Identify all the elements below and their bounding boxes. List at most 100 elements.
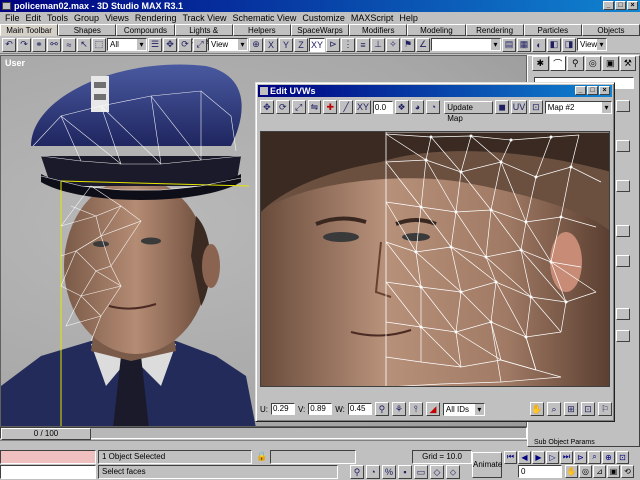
tab-lights-cameras[interactable]: Lights & Cameras: [174, 24, 233, 46]
menu-schematic-view[interactable]: Schematic View: [229, 12, 299, 24]
dialog-maximize-button[interactable]: □: [587, 86, 598, 95]
menu-tools[interactable]: Tools: [44, 12, 71, 24]
menu-maxscript[interactable]: MAXScript: [348, 12, 397, 24]
uv-button[interactable]: UV: [511, 100, 527, 114]
angle-snap-icon[interactable]: ◔: [366, 465, 380, 479]
close-button[interactable]: ×: [627, 1, 638, 10]
uv-xy-button[interactable]: XY: [355, 100, 371, 114]
uv-add-vertex-icon[interactable]: ✚: [323, 100, 338, 114]
tab-compounds[interactable]: Compounds: [116, 24, 175, 36]
tab-modifiers[interactable]: Modifiers: [349, 24, 408, 36]
undo-icon[interactable]: ↶: [2, 37, 16, 52]
uv-rotate-icon[interactable]: ⟳: [275, 100, 290, 114]
named-selection-dropdown[interactable]: [431, 38, 501, 51]
menu-group[interactable]: Group: [71, 12, 102, 24]
play-icon[interactable]: ▶: [532, 450, 545, 464]
unlink-icon[interactable]: ⚯: [47, 37, 61, 52]
mirror-icon[interactable]: ⊳: [326, 37, 340, 52]
modifier-param-button[interactable]: [616, 308, 630, 320]
uv-edit-canvas[interactable]: [260, 131, 610, 387]
modifier-param-button[interactable]: [616, 140, 630, 152]
next-frame-icon[interactable]: ▷: [546, 450, 559, 464]
axis-z-button[interactable]: Z: [294, 37, 308, 52]
menu-views[interactable]: Views: [102, 12, 132, 24]
normal-align-icon[interactable]: ⊥: [371, 37, 385, 52]
ids-filter-dropdown[interactable]: All IDs: [442, 402, 485, 416]
w-coord-field[interactable]: 0.45: [347, 403, 372, 415]
tab-modeling[interactable]: Modeling: [407, 24, 466, 36]
edit-uvws-title-bar[interactable]: Edit UVWs _ □ ×: [258, 85, 612, 97]
orbit-icon[interactable]: ⟲: [621, 465, 634, 478]
current-frame-field[interactable]: 0: [518, 465, 562, 478]
filter-icon[interactable]: ⚘: [391, 402, 406, 416]
rotate-icon[interactable]: ⟳: [178, 37, 192, 52]
uv-spinner-field[interactable]: 0.0: [372, 100, 393, 114]
goto-end-icon[interactable]: ⏭: [560, 450, 573, 464]
previous-frame-icon[interactable]: ◀: [518, 450, 531, 464]
time-slider[interactable]: 0 / 100: [0, 427, 527, 440]
render-scene-icon[interactable]: ◧: [547, 37, 561, 52]
tab-helpers[interactable]: Helpers: [232, 24, 291, 36]
snap-toggle-icon[interactable]: ⚲: [350, 465, 364, 479]
tab-objects[interactable]: Objects: [581, 24, 640, 36]
uv-texture-view[interactable]: [261, 132, 610, 387]
uv-freeze-icon[interactable]: ❖: [394, 100, 409, 114]
select-by-name-icon[interactable]: ☰: [148, 37, 162, 52]
tab-particles[interactable]: Particles: [523, 24, 582, 36]
scale-icon[interactable]: ⤢: [193, 37, 207, 52]
selection-filter-dropdown[interactable]: All: [107, 38, 147, 51]
quick-render-icon[interactable]: ◨: [562, 37, 576, 52]
link-icon[interactable]: ⚭: [32, 37, 46, 52]
menu-file[interactable]: File: [2, 12, 23, 24]
menu-rendering[interactable]: Rendering: [132, 12, 180, 24]
update-map-button[interactable]: Update Map: [444, 100, 494, 123]
tab-rendering[interactable]: Rendering: [465, 24, 524, 36]
options-icon[interactable]: ⊡: [528, 100, 543, 114]
v-coord-field[interactable]: 0.89: [308, 403, 333, 415]
modifier-param-button[interactable]: [616, 330, 630, 342]
maxscript-listener-field[interactable]: [0, 450, 96, 464]
utilities-tab-icon[interactable]: ⚒: [619, 56, 636, 71]
app-icon[interactable]: [2, 2, 11, 10]
tab-main-toolbar[interactable]: Main Toolbar: [0, 24, 59, 36]
region-select-icon[interactable]: ⬚: [92, 37, 106, 52]
display-tab-icon[interactable]: ▣: [602, 56, 619, 71]
modify-tab-icon[interactable]: ⌒: [549, 56, 566, 71]
schematic-icon[interactable]: ▦: [517, 37, 531, 52]
window-crossing-icon[interactable]: ▭: [414, 465, 428, 479]
array-icon[interactable]: ⋮: [341, 37, 355, 52]
uv-weld-icon[interactable]: ╱: [339, 100, 354, 114]
arc-rotate-icon[interactable]: ◎: [579, 465, 592, 478]
zoom-icon[interactable]: ⌕: [547, 402, 561, 416]
menu-customize[interactable]: Customize: [299, 12, 348, 24]
zoom-all-icon[interactable]: ⊕: [602, 450, 615, 464]
spinner-snap-icon[interactable]: ▪: [398, 465, 412, 479]
menu-edit[interactable]: Edit: [23, 12, 45, 24]
selection-mode-icon[interactable]: ◢: [425, 402, 440, 416]
lock-selection-icon[interactable]: ⚲: [374, 402, 389, 416]
zoom-extents-icon[interactable]: ⊡: [581, 402, 595, 416]
lock-icon[interactable]: 🔒: [256, 451, 268, 463]
select-object-icon[interactable]: ↖: [77, 37, 91, 52]
u-coord-field[interactable]: 0.29: [271, 403, 295, 415]
modifier-stack-button[interactable]: [616, 100, 630, 112]
show-map-icon[interactable]: ◼: [495, 100, 510, 114]
key-mode-toggle-icon[interactable]: ⊳: [574, 450, 587, 464]
maximize-button[interactable]: □: [615, 1, 626, 10]
create-tab-icon[interactable]: ✱: [532, 56, 549, 71]
hierarchy-tab-icon[interactable]: ⚲: [567, 56, 584, 71]
pan-icon[interactable]: ✋: [530, 402, 544, 416]
axis-y-button[interactable]: Y: [279, 37, 293, 52]
bind-spacewarp-icon[interactable]: ≈: [62, 37, 76, 52]
zoom-region-icon[interactable]: ⊞: [564, 402, 578, 416]
minimize-button[interactable]: _: [603, 1, 614, 10]
snap-icon[interactable]: ∠: [416, 37, 430, 52]
uv-scale-icon[interactable]: ⤢: [291, 100, 306, 114]
axis-x-button[interactable]: X: [264, 37, 278, 52]
uv-unhide-icon[interactable]: ◔: [426, 100, 441, 114]
dialog-minimize-button[interactable]: _: [575, 86, 586, 95]
maxscript-output-field[interactable]: [0, 465, 96, 479]
track-view-icon[interactable]: ▤: [502, 37, 516, 52]
degrade-override-icon[interactable]: ◇: [430, 465, 444, 479]
uv-mirror-icon[interactable]: ⇋: [307, 100, 322, 114]
